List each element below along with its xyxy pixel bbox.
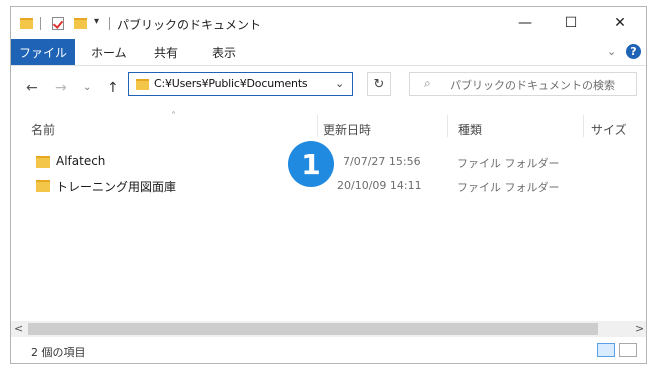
- sort-indicator-icon: ˄: [171, 111, 176, 122]
- window-title: パブリックのドキュメント: [117, 18, 262, 32]
- status-bar: 2 個の項目: [11, 339, 646, 359]
- folder-icon: [20, 18, 33, 29]
- maximize-button[interactable]: ☐: [548, 7, 594, 39]
- column-divider[interactable]: [317, 115, 318, 137]
- details-view-icon[interactable]: [597, 343, 615, 357]
- large-icons-view-icon[interactable]: [619, 343, 637, 357]
- column-header-size[interactable]: サイズ: [591, 121, 627, 138]
- address-input[interactable]: C:¥Users¥Public¥Documents: [154, 77, 308, 90]
- forward-arrow-icon[interactable]: →: [55, 80, 67, 96]
- column-divider[interactable]: [583, 115, 584, 137]
- tab-share[interactable]: 共有: [154, 39, 178, 65]
- help-icon[interactable]: ?: [626, 44, 641, 59]
- file-date: 20/10/09 14:11: [337, 179, 422, 192]
- address-dropdown-icon[interactable]: ⌄: [335, 77, 344, 90]
- column-divider[interactable]: [447, 115, 448, 137]
- address-bar[interactable]: C:¥Users¥Public¥Documents ⌄: [128, 72, 353, 96]
- search-placeholder: パブリックのドキュメントの検索: [450, 79, 615, 92]
- new-folder-icon[interactable]: [74, 18, 87, 29]
- minimize-button[interactable]: —: [502, 7, 548, 39]
- scrollbar-thumb[interactable]: [28, 323, 598, 335]
- divider: [109, 17, 110, 30]
- explorer-window: ▾ パブリックのドキュメント — ☐ ✕ ファイル ホーム 共有 表示 ⌄ ? …: [10, 6, 647, 364]
- back-arrow-icon[interactable]: ←: [26, 80, 38, 96]
- file-type: ファイル フォルダー: [457, 181, 560, 194]
- folder-icon: [136, 79, 149, 90]
- folder-icon: [36, 180, 50, 192]
- file-type: ファイル フォルダー: [457, 157, 560, 170]
- tab-file[interactable]: ファイル: [11, 39, 75, 65]
- column-header-name[interactable]: 名前: [31, 121, 55, 138]
- expand-ribbon-icon[interactable]: ⌄: [607, 45, 616, 58]
- properties-icon[interactable]: [52, 17, 64, 30]
- folder-icon: [36, 156, 50, 168]
- divider: [40, 17, 41, 30]
- file-name[interactable]: Alfatech: [56, 154, 105, 168]
- close-button[interactable]: ✕: [597, 7, 643, 39]
- scroll-right-icon[interactable]: >: [635, 322, 644, 335]
- quick-access-dropdown-icon[interactable]: ▾: [94, 16, 99, 27]
- title-bar: ▾ パブリックのドキュメント — ☐ ✕: [11, 7, 646, 39]
- search-icon: ⌕: [424, 76, 431, 90]
- file-date: 7/07/27 15:56: [343, 155, 421, 168]
- tab-home[interactable]: ホーム: [91, 39, 127, 65]
- recent-locations-icon[interactable]: ⌄: [83, 82, 91, 93]
- column-header-date[interactable]: 更新日時: [323, 121, 371, 138]
- file-name[interactable]: トレーニング用図面庫: [56, 178, 176, 195]
- ribbon: ファイル ホーム 共有 表示 ⌄ ?: [11, 39, 646, 66]
- up-arrow-icon[interactable]: ↑: [107, 80, 119, 96]
- column-header-type[interactable]: 種類: [458, 121, 482, 138]
- horizontal-scrollbar[interactable]: < >: [11, 321, 646, 337]
- scroll-left-icon[interactable]: <: [14, 322, 23, 335]
- item-count: 2 個の項目: [31, 346, 86, 359]
- step-badge: 1: [288, 141, 334, 187]
- search-box[interactable]: ⌕ パブリックのドキュメントの検索: [409, 72, 637, 96]
- tab-view[interactable]: 表示: [212, 39, 236, 65]
- refresh-button[interactable]: ↻: [367, 72, 391, 96]
